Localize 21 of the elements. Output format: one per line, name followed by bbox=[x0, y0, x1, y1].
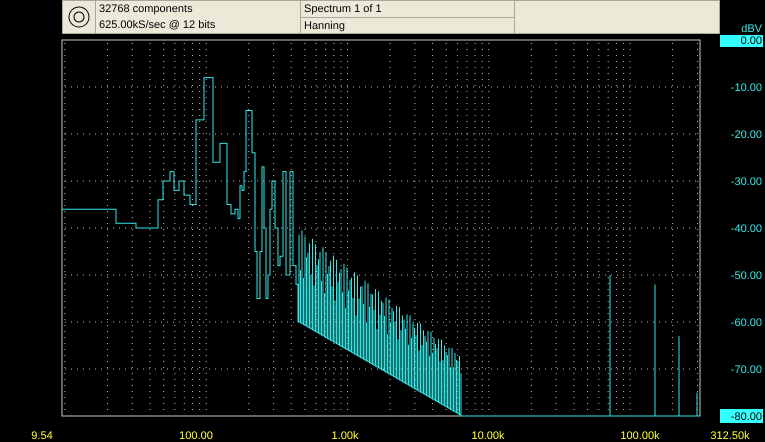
y-tick-label: 0.00 bbox=[740, 35, 762, 47]
x-tick-label: 100.00 bbox=[179, 430, 213, 442]
window-function: Hanning bbox=[303, 19, 346, 34]
x-tick-label: 312.50k bbox=[710, 430, 750, 442]
x-tick-label: 10.00k bbox=[471, 430, 505, 442]
spectrum-index: Spectrum 1 of 1 bbox=[301, 1, 514, 18]
unit-label: dBV bbox=[741, 23, 762, 35]
y-tick-label: -80.00 bbox=[730, 411, 762, 423]
y-tick-label: -40.00 bbox=[730, 223, 762, 235]
y-tick-label: -20.00 bbox=[730, 129, 762, 141]
y-tick-label: -10.00 bbox=[730, 82, 762, 94]
y-tick-label: -30.00 bbox=[730, 176, 762, 188]
y-tick-label: -70.00 bbox=[730, 364, 762, 376]
sample-rate: 625.00kS/sec @ 12 bits bbox=[98, 18, 216, 33]
x-tick-label: 1.00k bbox=[332, 430, 358, 442]
x-tick-label: 100.00k bbox=[620, 430, 660, 442]
y-tick-label: -60.00 bbox=[730, 317, 762, 329]
components-count: 32768 components bbox=[98, 2, 194, 17]
target-icon bbox=[67, 5, 91, 29]
y-tick-label: -50.00 bbox=[730, 270, 762, 282]
x-tick-label: 9.54 bbox=[31, 430, 53, 442]
